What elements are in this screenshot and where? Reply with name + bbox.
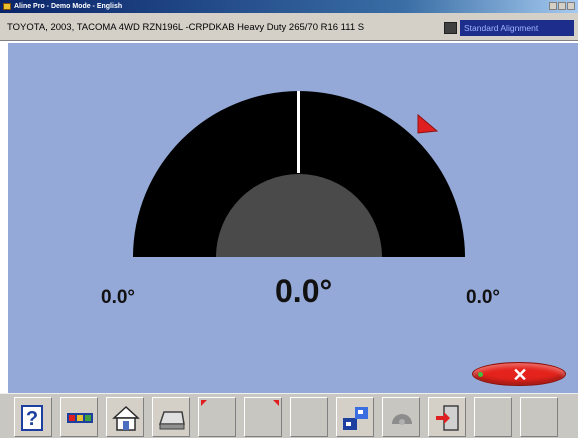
exit-button[interactable] bbox=[428, 397, 466, 437]
adjust-icon bbox=[343, 407, 368, 430]
gauge-needle bbox=[297, 91, 300, 173]
print-icon bbox=[158, 411, 185, 430]
exit-icon bbox=[436, 405, 459, 431]
vehicle-spec-icon bbox=[67, 413, 93, 423]
target-marker-icon bbox=[417, 113, 439, 134]
vehicle-spec-button[interactable] bbox=[60, 397, 98, 437]
toolbar-slot-7[interactable] bbox=[290, 397, 328, 437]
status-led-icon bbox=[478, 372, 483, 377]
tire-icon bbox=[392, 414, 412, 425]
home-button[interactable] bbox=[106, 397, 144, 437]
tire-button[interactable] bbox=[382, 397, 420, 437]
left-reading: 0.0° bbox=[101, 287, 136, 308]
cancel-button[interactable]: ✕ bbox=[472, 362, 566, 386]
print-button[interactable] bbox=[152, 397, 190, 437]
center-reading: 0.0° bbox=[275, 273, 333, 309]
adjust-button[interactable] bbox=[336, 397, 374, 437]
home-icon bbox=[112, 405, 140, 431]
toolbar-slot-5[interactable] bbox=[198, 397, 236, 437]
corner-marker-icon bbox=[201, 400, 207, 406]
help-button[interactable]: ? bbox=[14, 397, 52, 437]
toolbar-slot-12[interactable] bbox=[520, 397, 558, 437]
help-icon: ? bbox=[21, 405, 43, 431]
bottom-toolbar: ? bbox=[0, 393, 578, 438]
right-reading: 0.0° bbox=[466, 287, 501, 308]
toolbar-slot-11[interactable] bbox=[474, 397, 512, 437]
corner-marker-icon bbox=[273, 400, 279, 406]
svg-text:?: ? bbox=[26, 408, 38, 430]
toolbar-slot-6[interactable] bbox=[244, 397, 282, 437]
cancel-x-icon: ✕ bbox=[512, 365, 528, 385]
